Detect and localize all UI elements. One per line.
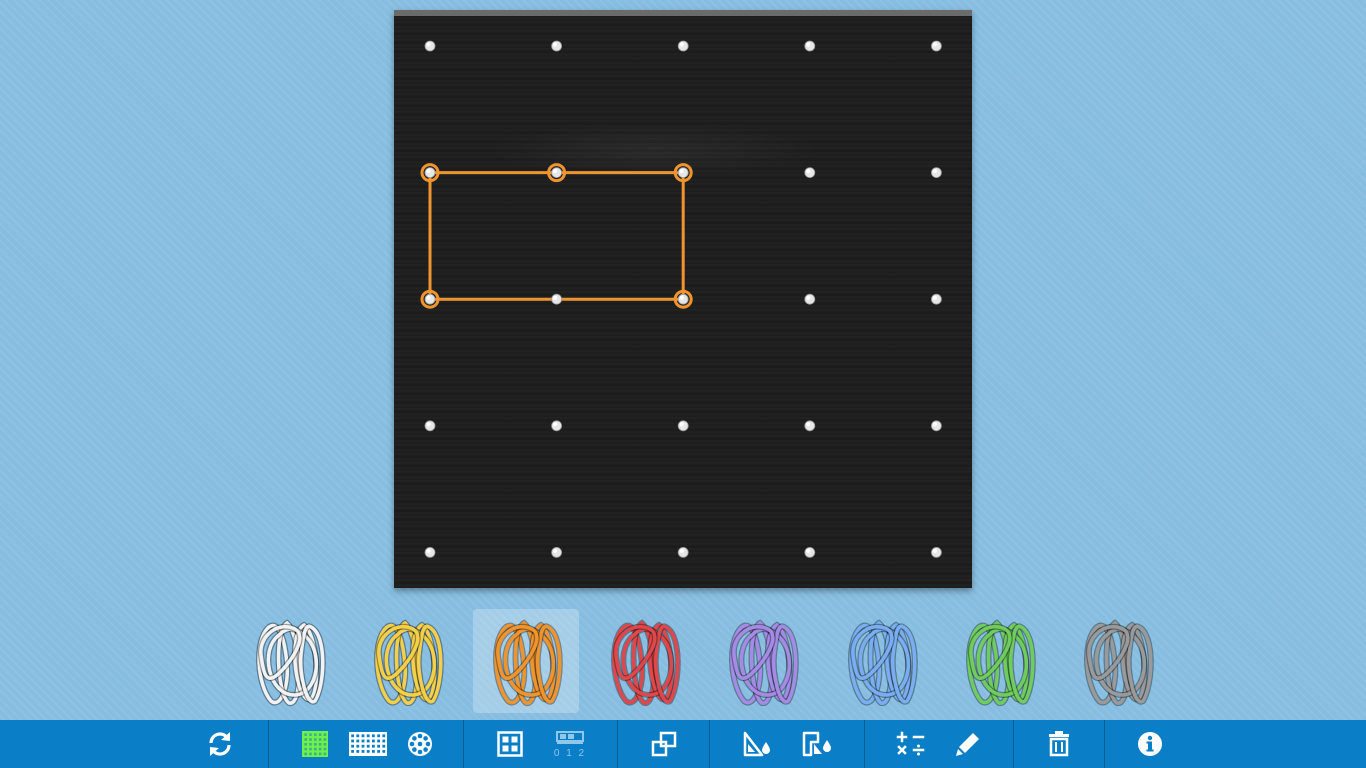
peg[interactable] (804, 40, 816, 52)
gray-band-selector[interactable] (1064, 609, 1170, 713)
peg[interactable] (551, 40, 563, 52)
white-band-icon (256, 619, 326, 706)
peg[interactable] (677, 420, 689, 432)
peg[interactable] (931, 420, 942, 432)
peg[interactable] (551, 293, 563, 305)
peg[interactable] (424, 293, 436, 305)
peg-highlight (679, 422, 684, 427)
trash-button[interactable] (1042, 720, 1076, 768)
peg-highlight (679, 169, 684, 174)
peg-highlight (553, 422, 558, 427)
grid-rect-button[interactable] (346, 720, 390, 768)
pen-button[interactable] (950, 720, 986, 768)
peg-highlight (553, 295, 558, 300)
yellow-band-selector[interactable] (354, 609, 460, 713)
peg[interactable] (677, 293, 689, 305)
peg[interactable] (551, 420, 563, 432)
peg-highlight (426, 42, 431, 47)
grid-5x5-icon (302, 731, 328, 757)
peg-highlight (426, 169, 431, 174)
info-icon (1138, 732, 1162, 756)
peg[interactable] (804, 167, 816, 179)
yellow-band-icon (374, 619, 445, 706)
square-unit-icon (497, 731, 523, 757)
fill-color-icon (802, 731, 831, 757)
pen-icon (956, 733, 979, 756)
red-band-selector[interactable] (591, 609, 697, 713)
peg-highlight (426, 422, 431, 427)
peg[interactable] (677, 167, 689, 179)
measure-angle-icon (743, 731, 770, 757)
gray-band-icon (1084, 619, 1154, 706)
grid-rect-icon (349, 732, 387, 756)
blue-band-icon (847, 619, 918, 706)
calculate-button[interactable] (892, 720, 930, 768)
peg-highlight (932, 42, 937, 47)
number-line-icon: 0 1 2 (554, 731, 586, 759)
rubber-band-palette (230, 606, 1170, 716)
peg-highlight (806, 548, 811, 553)
peg-highlight (932, 169, 937, 174)
peg[interactable] (931, 167, 942, 179)
peg[interactable] (931, 40, 942, 52)
peg[interactable] (551, 547, 563, 558)
peg[interactable] (424, 420, 436, 432)
peg-highlight (426, 548, 431, 553)
peg[interactable] (804, 293, 816, 305)
peg[interactable] (931, 547, 942, 558)
peg[interactable] (424, 547, 436, 558)
duplicate-button[interactable] (646, 720, 682, 768)
peg[interactable] (424, 40, 436, 52)
peg[interactable] (931, 293, 942, 305)
measure-button[interactable] (738, 720, 776, 768)
peg-highlight (932, 295, 937, 300)
unit-square-button[interactable] (492, 720, 528, 768)
peg[interactable] (804, 420, 816, 432)
fill-color-button[interactable] (798, 720, 836, 768)
geoboard[interactable] (394, 10, 972, 588)
peg[interactable] (677, 40, 689, 52)
peg-highlight (679, 295, 684, 300)
red-band-icon (611, 619, 681, 706)
peg[interactable] (424, 167, 436, 179)
orange-band-icon (492, 619, 563, 706)
peg[interactable] (551, 167, 563, 179)
bottom-toolbar: 0 1 2 (0, 720, 1366, 768)
peg-highlight (679, 42, 684, 47)
blue-band-selector[interactable] (828, 609, 934, 713)
orange-band-selector[interactable] (472, 609, 579, 713)
peg[interactable] (804, 547, 816, 558)
green-band-icon (965, 619, 1036, 706)
peg[interactable] (677, 547, 689, 558)
white-band-selector[interactable] (236, 609, 342, 713)
peg-highlight (806, 169, 811, 174)
geoboard-canvas[interactable] (394, 10, 972, 594)
peg-highlight (679, 548, 684, 553)
refresh-button[interactable] (196, 720, 244, 768)
peg-highlight (426, 295, 431, 300)
peg-highlight (553, 42, 558, 47)
rubber-band-shape[interactable] (428, 171, 685, 301)
purple-band-selector[interactable] (709, 609, 815, 713)
green-band-selector[interactable] (946, 609, 1052, 713)
number-line-label: 0 1 2 (554, 748, 586, 759)
peg-highlight (806, 42, 811, 47)
calculate-icon (896, 731, 925, 756)
number-line-button[interactable]: 0 1 2 (548, 720, 592, 768)
peg-highlight (932, 548, 937, 553)
grid-5x5-button[interactable] (296, 720, 334, 768)
peg-highlight (553, 548, 558, 553)
duplicate-icon (651, 731, 677, 757)
trash-icon (1049, 731, 1069, 757)
peg-highlight (553, 169, 558, 174)
peg-highlight (806, 422, 811, 427)
purple-band-icon (729, 619, 799, 706)
circle-board-button[interactable] (402, 720, 438, 768)
circle-board-icon (408, 732, 432, 756)
peg-highlight (932, 422, 937, 427)
info-button[interactable] (1134, 720, 1166, 768)
refresh-icon (209, 732, 231, 756)
peg-highlight (806, 295, 811, 300)
